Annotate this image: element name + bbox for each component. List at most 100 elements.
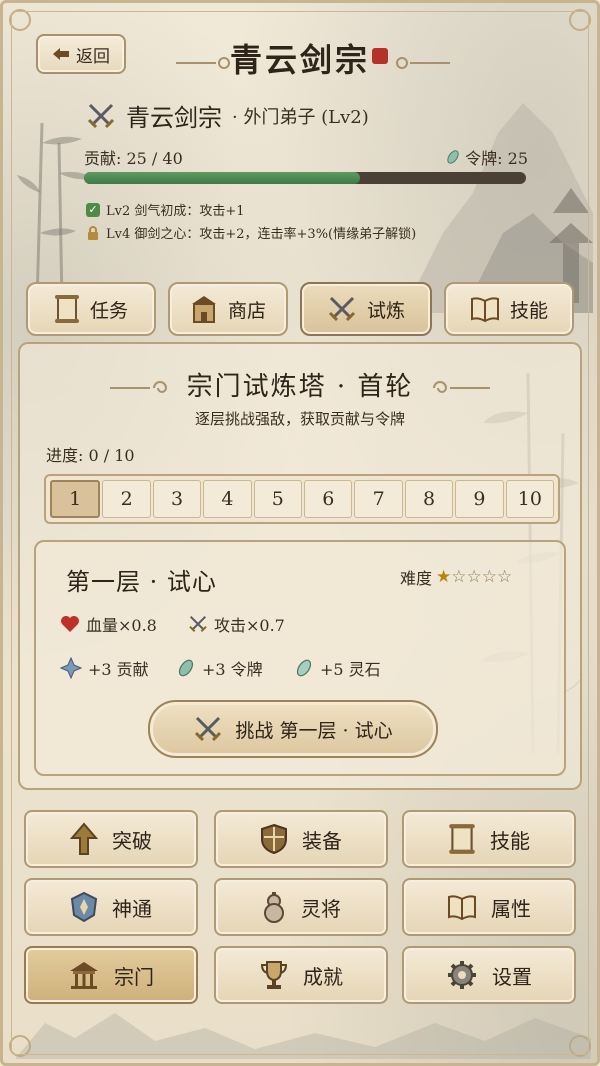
level-button[interactable]: 2 <box>102 480 151 518</box>
reward-text: +5 灵石 <box>320 660 381 679</box>
trophy-icon <box>260 961 288 989</box>
perk-item: ✓ Lv2 剑气初成：攻击+1 <box>86 200 245 219</box>
level-button[interactable]: 1 <box>50 480 101 518</box>
menu-attributes-button[interactable]: 属性 <box>402 878 576 936</box>
contribution-gem-icon <box>60 657 82 679</box>
lock-icon <box>88 225 98 240</box>
shield-icon <box>261 823 287 855</box>
bamboo-painting <box>17 122 93 303</box>
menu-label: 灵将 <box>301 896 341 921</box>
heart-icon <box>61 616 79 632</box>
perk-text: Lv2 剑气初成：攻击+1 <box>106 204 245 219</box>
checkbox-checked-icon: ✓ <box>86 202 100 217</box>
seal-stamp-icon <box>372 48 388 64</box>
gear-icon <box>448 961 476 989</box>
menu-label: 设置 <box>492 964 532 989</box>
atk-stat: 攻击×0.7 <box>188 612 285 636</box>
menu-skills-button[interactable]: 技能 <box>402 810 576 868</box>
reward-item: +3 贡献 <box>60 656 149 680</box>
tab-tasks[interactable]: 任务 <box>26 282 156 336</box>
star-empty-icon: ☆ <box>466 567 482 587</box>
back-label: 返回 <box>76 46 110 67</box>
difficulty-label: 难度 <box>400 569 433 588</box>
shop-icon <box>191 296 216 323</box>
tab-trial[interactable]: 试炼 <box>300 282 432 336</box>
atk-text: 攻击×0.7 <box>214 616 285 635</box>
level-button[interactable]: 10 <box>505 480 555 518</box>
contribution-text: 贡献: 25 / 40 <box>84 149 183 168</box>
pavilion-icon <box>70 962 98 989</box>
level-button[interactable]: 3 <box>152 480 202 518</box>
token-count: 令牌: 25 <box>445 145 528 169</box>
level-button[interactable]: 4 <box>203 480 252 518</box>
tab-shop[interactable]: 商店 <box>168 282 288 336</box>
star-empty-icon: ☆ <box>451 567 467 587</box>
crossed-swords-icon <box>189 615 207 633</box>
menu-label: 技能 <box>490 828 530 853</box>
back-arrow-icon <box>53 48 69 60</box>
corner-ornament <box>569 9 591 31</box>
floor-title: 第一层 · 试心 <box>66 568 217 596</box>
book-icon <box>448 895 476 921</box>
reward-text: +3 令牌 <box>202 660 263 679</box>
level-button[interactable]: 9 <box>455 480 504 518</box>
corner-ornament <box>9 9 31 31</box>
menu-spirit-general-button[interactable]: 灵将 <box>214 878 388 936</box>
tab-label: 技能 <box>509 299 548 322</box>
tab-label: 任务 <box>89 299 128 322</box>
difficulty-stars: ★☆☆☆☆ <box>436 567 512 587</box>
menu-label: 宗门 <box>114 964 154 989</box>
trial-title: 宗门试炼塔 · 首轮 <box>186 372 414 402</box>
level-selector: 1 2 3 4 5 6 7 8 9 10 <box>44 474 560 524</box>
star-empty-icon: ☆ <box>481 567 498 587</box>
menu-divine-power-button[interactable]: 神通 <box>24 878 198 936</box>
menu-breakthrough-button[interactable]: 突破 <box>24 810 198 868</box>
tab-skills[interactable]: 技能 <box>444 282 574 336</box>
token-text: 令牌: 25 <box>465 149 528 168</box>
difficulty: 难度 ★☆☆☆☆ <box>400 565 512 589</box>
level-button[interactable]: 8 <box>404 480 454 518</box>
sect-name: 青云剑宗 <box>126 104 222 132</box>
mountain-painting <box>403 103 593 313</box>
page-title: 青云剑宗 <box>229 41 370 79</box>
breakthrough-arrow-icon <box>70 822 98 855</box>
trial-progress: 进度: 0 / 10 <box>46 446 135 465</box>
menu-label: 神通 <box>112 896 152 921</box>
star-empty-icon: ☆ <box>497 567 513 587</box>
hp-stat: 血量×0.8 <box>60 612 157 636</box>
menu-label: 成就 <box>303 964 343 989</box>
page-title-wrap: 青云剑宗 <box>150 30 450 86</box>
contribution-progress-bar <box>84 172 526 184</box>
sect-rank: · 外门弟子 (Lv2) <box>232 106 369 128</box>
tab-label: 商店 <box>227 299 266 322</box>
book-icon <box>470 297 499 323</box>
reward-item: +3 令牌 <box>176 656 263 680</box>
menu-settings-button[interactable]: 设置 <box>402 946 576 1004</box>
sect-info: 青云剑宗 · 外门弟子 (Lv2) <box>86 98 369 133</box>
crossed-swords-icon <box>87 103 115 128</box>
scroll-icon <box>54 295 79 323</box>
crossed-swords-icon <box>328 296 356 322</box>
trial-subtitle: 逐层挑战强敌，获取贡献与令牌 <box>194 410 405 428</box>
scroll-icon <box>449 824 475 854</box>
jade-token-icon <box>447 150 459 164</box>
level-button[interactable]: 7 <box>354 480 403 518</box>
level-button[interactable]: 6 <box>304 480 353 518</box>
perk-item: Lv4 御剑之心：攻击+2，连击率+3%(情缘弟子解锁) <box>86 223 416 242</box>
talisman-icon <box>70 891 98 923</box>
menu-label: 装备 <box>302 828 342 853</box>
challenge-button[interactable]: 挑战 第一层 · 试心 <box>148 700 438 758</box>
hp-text: 血量×0.8 <box>86 616 157 635</box>
reward-item: +5 灵石 <box>294 656 381 680</box>
spirit-stone-icon <box>296 659 312 677</box>
menu-achievements-button[interactable]: 成就 <box>214 946 388 1004</box>
crossed-swords-icon <box>195 716 222 742</box>
star-filled-icon: ★ <box>436 567 452 587</box>
contribution-progress-fill <box>84 172 361 184</box>
menu-sect-button[interactable]: 宗门 <box>24 946 198 1004</box>
challenge-label: 挑战 第一层 · 试心 <box>235 719 393 742</box>
level-button[interactable]: 5 <box>253 480 303 518</box>
menu-equipment-button[interactable]: 装备 <box>214 810 388 868</box>
menu-label: 突破 <box>112 828 152 853</box>
back-button[interactable]: 返回 <box>36 34 126 74</box>
